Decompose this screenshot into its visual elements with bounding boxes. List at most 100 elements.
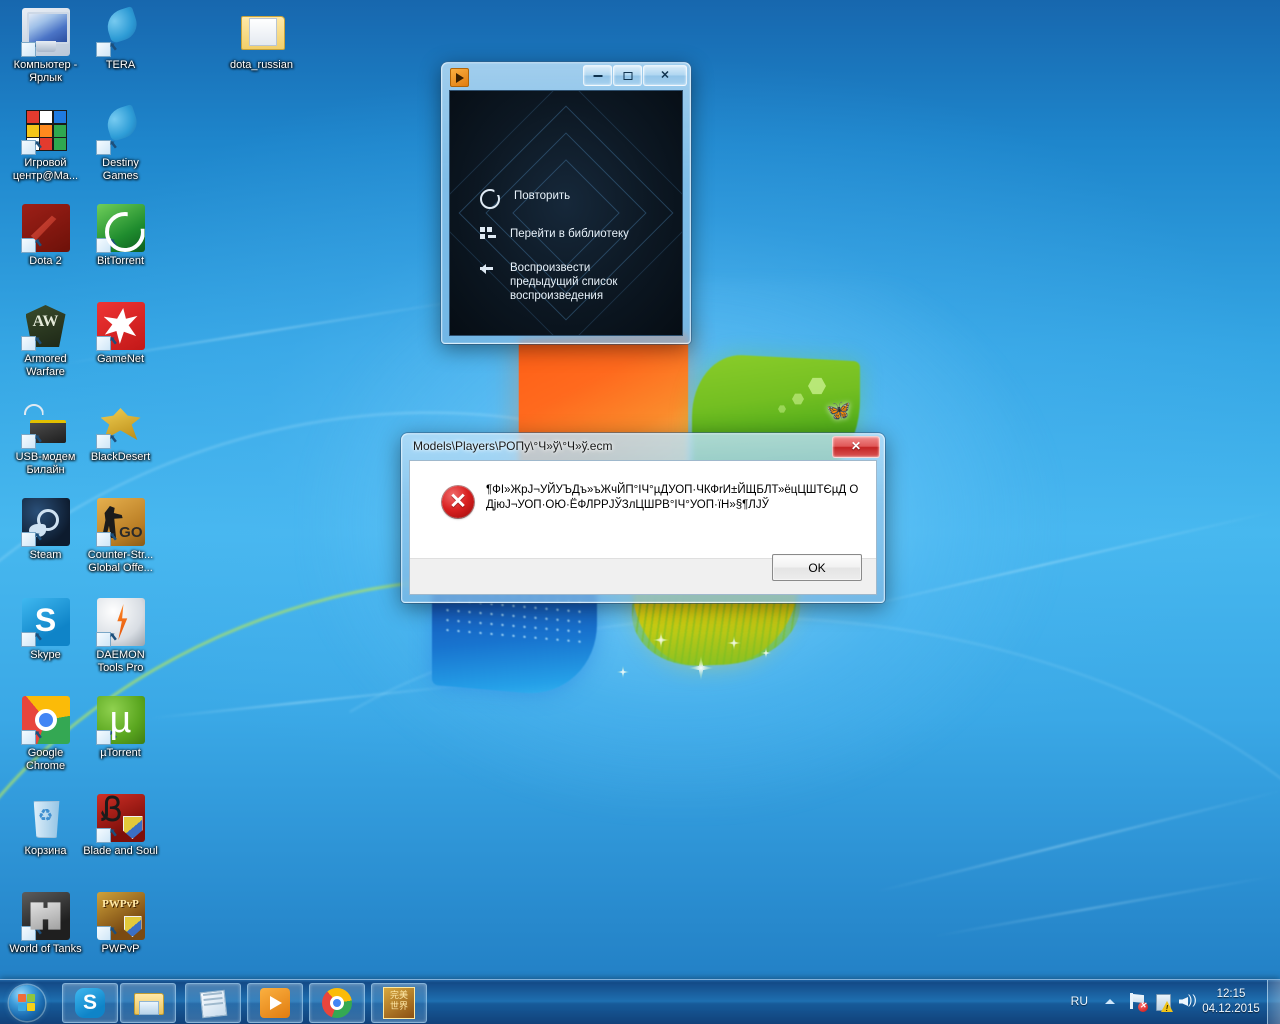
desktop-icon-label: Игровой центр@Ma... [8,157,83,182]
desktop-icon-blackdesert-icon[interactable]: BlackDesert [83,400,158,464]
desktop-icon-computer-icon[interactable]: Компьютер - Ярлык [8,8,83,84]
taskbar-chrome[interactable] [309,983,365,1023]
bittorrent-icon [97,204,145,252]
cube-cell [53,137,67,151]
desktop-icon-tera-icon[interactable]: TERA [83,8,158,72]
destiny-icon [97,106,145,154]
show-hidden-icons-button[interactable] [1105,999,1115,1004]
error-dialog-titlebar[interactable]: Models\Players\РОПу\°Ч»ў\°Ч»ў.ecm [402,434,884,460]
desktop-icon-dota2-icon[interactable]: Dota 2 [8,204,83,268]
taskbar-explorer[interactable] [120,983,176,1023]
media-player-titlebar[interactable]: ✕ [442,63,690,89]
media-player-icon [450,68,469,87]
desktop-icon-chrome-icon[interactable]: Google Chrome [8,696,83,772]
network-icon[interactable] [1129,993,1146,1010]
utorrent-icon [97,696,145,744]
close-button[interactable]: ✕ [643,65,687,86]
shortcut-arrow-icon [96,336,111,351]
desktop-icon-usb-modem-icon[interactable]: USB-модем Билайн [8,400,83,476]
media-player-content: Повторить Перейти в библиотеку Воспроизв… [449,90,683,336]
taskbar-wmp[interactable] [247,983,303,1023]
desktop-screen: 🦋 Компьютер - ЯрлыкTERA dota_russian Игров… [0,0,1280,1024]
desktop-icon-label: DAEMON Tools Pro [83,649,158,674]
desktop-icon-destiny-icon[interactable]: Destiny Games [83,106,158,182]
desktop-icon-label: GameNet [83,353,158,366]
shortcut-arrow-icon [96,828,111,843]
show-desktop-button[interactable] [1267,980,1280,1024]
computer-icon [22,8,70,56]
desktop-icon-label: Destiny Games [83,157,158,182]
error-icon [442,486,474,518]
menu-item-repeat[interactable]: Повторить [480,189,672,209]
error-dialog[interactable]: Models\Players\РОПу\°Ч»ў\°Ч»ў.ecm ¶ФI»Жp… [401,433,885,603]
shortcut-arrow-icon [96,532,111,547]
desktop-icon-recycle-bin-icon[interactable]: Корзина [8,794,83,858]
minimize-button[interactable] [583,65,612,86]
folder-icon [238,8,286,56]
taskbar-pwgame[interactable] [371,983,427,1023]
taskbar: RU 12:15 04.12.2015 [0,979,1280,1024]
logo-butterfly: 🦋 [826,401,851,421]
menu-item-previous-playlist[interactable]: Воспроизвести предыдущий список воспроиз… [480,261,672,303]
shortcut-arrow-icon [21,532,36,547]
desktop-icon-gamecenter-icon[interactable]: Игровой центр@Ma... [8,106,83,182]
cube-cell [39,110,53,124]
shortcut-arrow-icon [21,632,36,647]
desktop-icon-skype-icon[interactable]: Skype [8,598,83,662]
library-icon [480,227,496,243]
desktop-icon-label: Корзина [8,845,83,858]
clock-time: 12:15 [1200,987,1262,1002]
desktop-icon-csgo-icon[interactable]: Counter-Str... Global Offe... [83,498,158,574]
desktop-icon-armored-warfare-icon[interactable]: Armored Warfare [8,302,83,378]
media-player-window-controls: ✕ [583,65,687,86]
recycle-bin-icon [22,794,70,842]
ok-button[interactable]: OK [772,554,862,581]
desktop-icon-label: Steam [8,549,83,562]
action-center-flag-icon[interactable] [1154,993,1171,1010]
desktop-icon-label: World of Tanks [8,943,83,956]
windows-start-orb-icon [9,985,45,1021]
taskbar-notepad[interactable] [185,983,241,1023]
media-player-window[interactable]: ✕ Повторить Пер [441,62,691,344]
start-flag-icon [18,994,36,1012]
chrome-icon [322,988,352,1018]
desktop-icon-pwpvp-icon[interactable]: PWPvP [83,892,158,956]
menu-item-label: Перейти в библиотеку [510,227,629,241]
language-indicator[interactable]: RU [1071,994,1088,1008]
volume-icon[interactable] [1179,993,1196,1010]
maximize-button[interactable] [613,65,642,86]
desktop-icon-folder-icon[interactable]: dota_russian [224,8,299,72]
start-button[interactable] [3,982,55,1022]
logo-sparkle [616,665,630,679]
desktop-icon-utorrent-icon[interactable]: µTorrent [83,696,158,760]
file-explorer-icon [133,988,163,1018]
world-of-tanks-icon [22,892,70,940]
clock[interactable]: 12:15 04.12.2015 [1200,987,1262,1017]
gamenet-icon [97,302,145,350]
desktop-icon-label: Dota 2 [8,255,83,268]
taskbar-skype[interactable] [62,983,118,1023]
error-message-text: ¶ФI»ЖpJ¬УЙУЪДъ»ъЖчЙП°IЧ°µДУОП·ЧКФrИ±ЙЩБЛ… [486,483,862,513]
shortcut-arrow-icon [21,926,36,941]
shortcut-arrow-icon [96,434,111,449]
repeat-icon [480,189,500,209]
shortcut-arrow-icon [97,926,111,940]
desktop-icon-world-of-tanks-icon[interactable]: World of Tanks [8,892,83,956]
cube-cell [26,124,40,138]
back-arrow-icon [480,261,496,277]
desktop-icon-bittorrent-icon[interactable]: BitTorrent [83,204,158,268]
error-message-area: ¶ФI»ЖpJ¬УЙУЪДъ»ъЖчЙП°IЧ°µДУОП·ЧКФrИ±ЙЩБЛ… [410,461,876,559]
shortcut-arrow-icon [21,336,36,351]
chrome-icon [22,696,70,744]
desktop-icon-blade-and-soul-icon[interactable]: Blade and Soul [83,794,158,858]
desktop-icon-steam-icon[interactable]: Steam [8,498,83,562]
menu-item-library[interactable]: Перейти в библиотеку [480,227,672,243]
desktop-icon-daemon-tools-icon[interactable]: DAEMON Tools Pro [83,598,158,674]
close-icon[interactable] [832,436,880,458]
menu-item-label: Воспроизвести предыдущий список воспроиз… [510,261,660,303]
daemon-tools-icon [97,598,145,646]
gamecenter-icon [22,106,70,154]
shortcut-arrow-icon [21,730,36,745]
shortcut-arrow-icon [96,632,111,647]
desktop-icon-gamenet-icon[interactable]: GameNet [83,302,158,366]
